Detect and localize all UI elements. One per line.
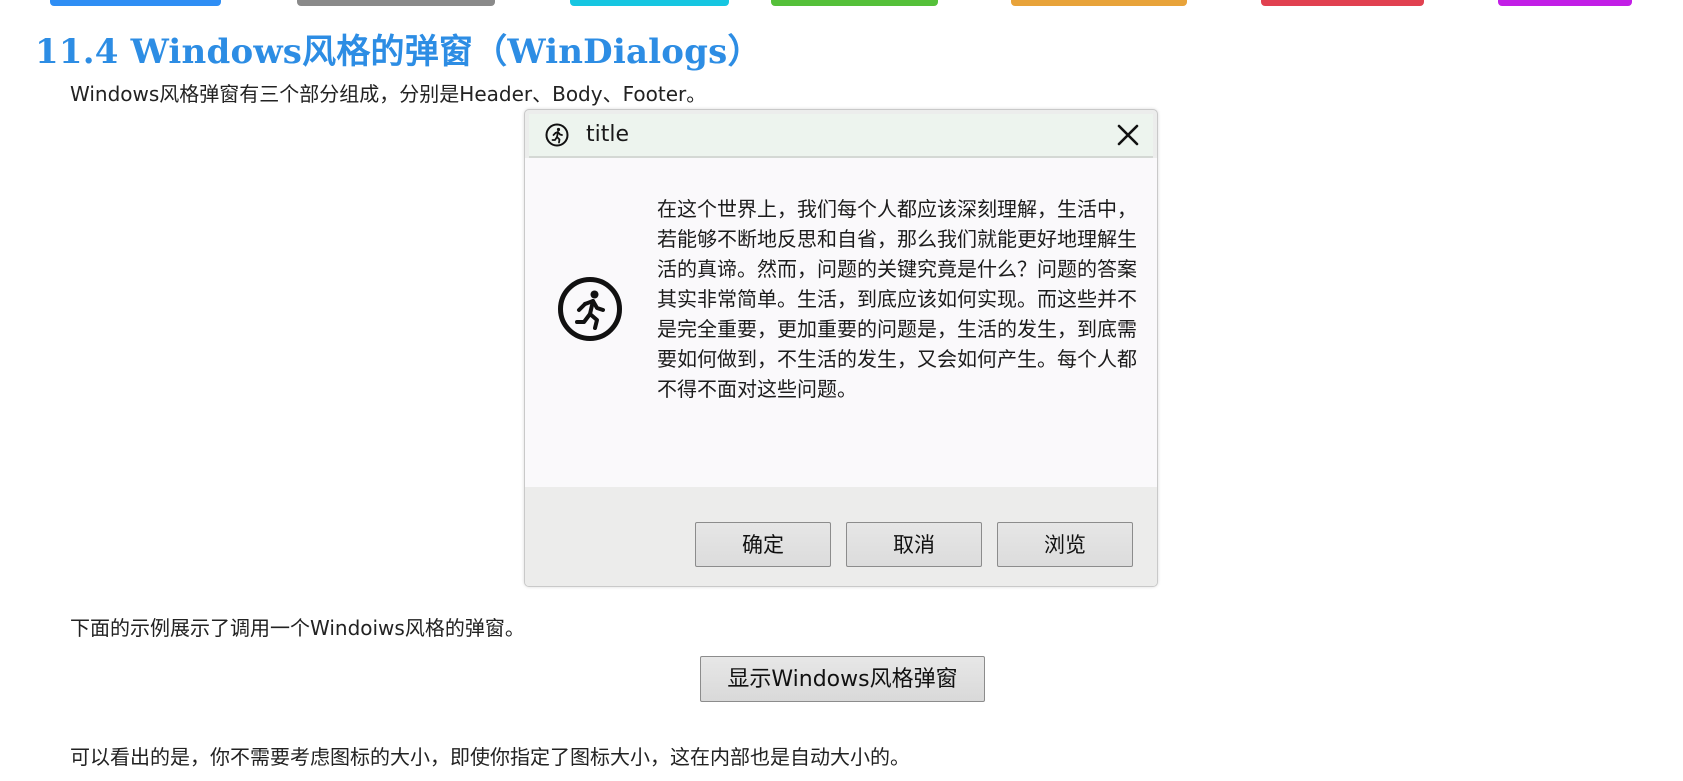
cancel-button[interactable]: 取消 bbox=[846, 522, 982, 567]
section-title: 11.4 Windows风格的弹窗（WinDialogs） bbox=[35, 32, 762, 72]
conclusion-paragraph: 可以看出的是，你不需要考虑图标的大小，即使你指定了图标大小，这在内部也是自动大小… bbox=[70, 745, 910, 769]
top-tab-strip-orange[interactable] bbox=[1011, 0, 1187, 6]
top-tab-strip-purple[interactable] bbox=[1498, 0, 1632, 6]
example-paragraph: 下面的示例展示了调用一个Windoiws风格的弹窗。 bbox=[70, 616, 525, 640]
top-tab-strip-gray[interactable] bbox=[297, 0, 495, 6]
dialog-body: 在这个世界上，我们每个人都应该深刻理解，生活中，若能够不断地反思和自省，那么我们… bbox=[525, 158, 1157, 487]
running-person-icon bbox=[545, 123, 569, 147]
dialog-footer: 确定 取消 浏览 bbox=[525, 487, 1157, 586]
top-tab-strip-red[interactable] bbox=[1261, 0, 1424, 6]
dialog-message: 在这个世界上，我们每个人都应该深刻理解，生活中，若能够不断地反思和自省，那么我们… bbox=[657, 197, 1137, 401]
windows-dialog: title 在这个世界上，我们每个人都应该深刻理解，生活中，若能够不断地反思和自… bbox=[524, 109, 1158, 587]
close-icon[interactable] bbox=[1115, 122, 1141, 148]
ok-button[interactable]: 确定 bbox=[695, 522, 831, 567]
top-tab-strip-blue[interactable] bbox=[50, 0, 221, 6]
show-windows-dialog-button[interactable]: 显示Windows风格弹窗 bbox=[700, 656, 985, 702]
top-tab-strip-green[interactable] bbox=[771, 0, 938, 6]
intro-paragraph: Windows风格弹窗有三个部分组成，分别是Header、Body、Footer… bbox=[70, 82, 707, 106]
browse-button[interactable]: 浏览 bbox=[997, 522, 1133, 567]
running-person-circle-icon bbox=[558, 277, 622, 341]
dialog-title: title bbox=[586, 122, 630, 147]
top-tab-strip-cyan[interactable] bbox=[570, 0, 729, 6]
dialog-header: title bbox=[529, 114, 1153, 158]
